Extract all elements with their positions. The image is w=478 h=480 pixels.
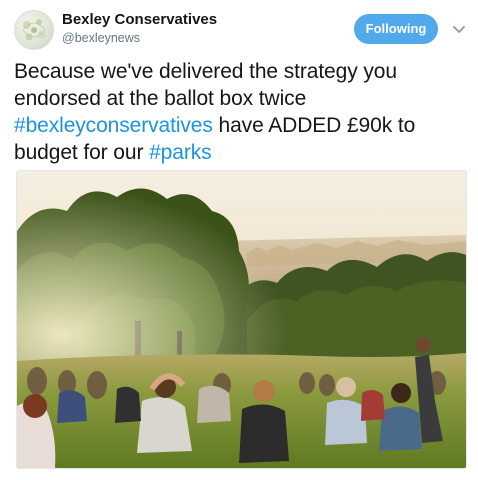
author-display-name[interactable]: Bexley Conservatives bbox=[62, 11, 217, 29]
tweet-text: Because we've delivered the strategy you… bbox=[14, 58, 470, 166]
author-handle[interactable]: @bexleynews bbox=[62, 30, 217, 46]
tweet-photo[interactable] bbox=[16, 170, 467, 469]
park-sunset-photo bbox=[17, 171, 466, 468]
tweet-text-line: budget for our bbox=[14, 141, 150, 164]
profile-avatar[interactable] bbox=[14, 10, 54, 50]
chevron-down-icon[interactable] bbox=[452, 22, 466, 36]
hashtag-link-parks[interactable]: #parks bbox=[149, 141, 212, 164]
author-block: Bexley Conservatives @bexleynews bbox=[62, 11, 217, 46]
hashtag-link-bexleyconservatives[interactable]: #bexleyconservatives bbox=[14, 114, 213, 137]
floral-logo-icon bbox=[22, 19, 46, 41]
tweet-header: Bexley Conservatives @bexleynews Followi… bbox=[14, 10, 470, 50]
tweet-text-line: endorsed at the ballot box twice bbox=[14, 87, 307, 110]
tweet-text-line: have ADDED £90k to bbox=[212, 114, 416, 137]
following-button[interactable]: Following bbox=[354, 14, 438, 44]
tweet-text-line: Because we've delivered the strategy you bbox=[14, 60, 397, 83]
